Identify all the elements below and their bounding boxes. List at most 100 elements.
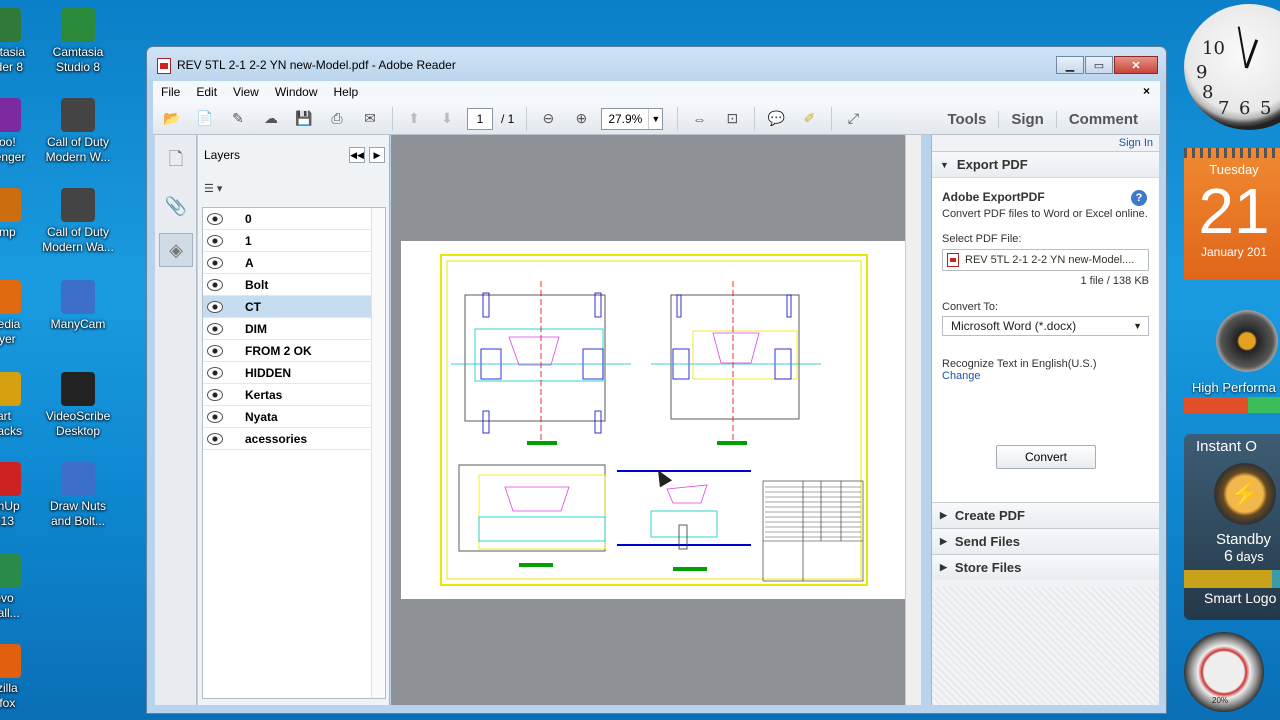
perf-label: High Performa: [1192, 380, 1276, 395]
menu-file[interactable]: File: [153, 85, 188, 99]
options-menu-icon[interactable]: ☰ ▾: [204, 182, 222, 195]
expand-panel-icon[interactable]: ▶: [369, 147, 385, 163]
print-icon[interactable]: ⎙: [324, 107, 350, 131]
export-pdf-body: Adobe ExportPDF ? Convert PDF files to W…: [932, 177, 1159, 502]
page-thumbnails-icon[interactable]: 🗋: [159, 145, 193, 179]
full-screen-icon[interactable]: ⤢: [840, 107, 866, 131]
attachments-icon[interactable]: 📎: [159, 189, 193, 223]
desktop-icon[interactable]: Call of Duty Modern Wa...: [38, 188, 118, 255]
eye-icon[interactable]: [207, 366, 223, 379]
open-icon[interactable]: 📂: [159, 107, 185, 131]
help-icon[interactable]: ?: [1131, 190, 1147, 206]
layers-title: Layers: [204, 148, 241, 162]
lightning-icon[interactable]: ⚡: [1214, 463, 1276, 525]
eye-icon[interactable]: [207, 278, 223, 291]
comment-button[interactable]: Comment: [1055, 110, 1150, 128]
tools-button[interactable]: Tools: [935, 111, 998, 128]
eye-icon[interactable]: [207, 322, 223, 335]
collapse-panel-icon[interactable]: ◀◀: [349, 147, 365, 163]
sign-in-link[interactable]: Sign In: [932, 135, 1159, 151]
change-language-link[interactable]: Change: [942, 370, 1149, 382]
layer-list-scrollbar[interactable]: [371, 208, 385, 698]
desktop-icon[interactable]: VideoScribe Desktop: [38, 372, 118, 439]
eye-icon[interactable]: [207, 300, 223, 313]
layer-row[interactable]: A: [203, 252, 385, 274]
page-number-input[interactable]: 1: [467, 107, 493, 130]
close-document-button[interactable]: ×: [1143, 84, 1150, 98]
document-scrollbar[interactable]: [905, 135, 921, 705]
menu-help[interactable]: Help: [326, 85, 367, 99]
clock-number: 5: [1260, 98, 1272, 119]
layer-name: A: [245, 255, 254, 270]
menu-view[interactable]: View: [225, 85, 267, 99]
sticky-note-icon[interactable]: 💬: [763, 107, 789, 131]
layers-icon[interactable]: ◈: [159, 233, 193, 267]
layer-row[interactable]: HIDDEN: [203, 362, 385, 384]
zoom-in-icon[interactable]: ⊕: [568, 107, 594, 131]
desktop-icon[interactable]: evo stall...: [0, 554, 44, 621]
layer-row[interactable]: 0: [203, 208, 385, 230]
previous-page-icon[interactable]: ⬆: [401, 107, 427, 131]
edit-icon[interactable]: ✎: [225, 107, 251, 131]
save-icon[interactable]: 💾: [291, 107, 317, 131]
eye-icon[interactable]: [207, 410, 223, 423]
upload-icon[interactable]: ☁: [258, 107, 284, 131]
next-page-icon[interactable]: ⬇: [434, 107, 460, 131]
window-title: REV 5TL 2-1 2-2 YN new-Model.pdf - Adobe…: [177, 58, 456, 72]
performance-gadget: High Performa: [1184, 300, 1280, 420]
email-icon[interactable]: ✉: [357, 107, 383, 131]
app-icon: [61, 280, 95, 314]
layer-row[interactable]: Kertas: [203, 384, 385, 406]
maximize-button[interactable]: ▭: [1085, 56, 1113, 74]
fit-width-icon[interactable]: ⇔: [686, 107, 712, 131]
smart-logo-label: Smart Logo: [1204, 590, 1277, 606]
zoom-out-icon[interactable]: ⊖: [535, 107, 561, 131]
create-pdf-section[interactable]: ▶ Create PDF: [932, 502, 1159, 528]
export-pdf-section[interactable]: ▼ Export PDF: [932, 151, 1159, 177]
layer-row[interactable]: 1: [203, 230, 385, 252]
zoom-select[interactable]: 27.9% ▼: [601, 107, 664, 130]
close-button[interactable]: ✕: [1114, 56, 1158, 74]
layer-name: 1: [245, 233, 252, 248]
eye-icon[interactable]: [207, 432, 223, 445]
sign-button[interactable]: Sign: [998, 110, 1056, 128]
eye-icon[interactable]: [207, 256, 223, 269]
title-bar[interactable]: REV 5TL 2-1 2-2 YN new-Model.pdf - Adobe…: [147, 47, 1166, 81]
menu-edit[interactable]: Edit: [188, 85, 225, 99]
layer-row[interactable]: acessories: [203, 428, 385, 450]
layer-row[interactable]: DIM: [203, 318, 385, 340]
create-pdf-icon[interactable]: 📄: [192, 107, 218, 131]
store-files-section[interactable]: ▶ Store Files: [932, 554, 1159, 580]
eye-icon[interactable]: [207, 212, 223, 225]
fit-page-icon[interactable]: ⊡: [719, 107, 745, 131]
convert-to-select[interactable]: Microsoft Word (*.docx) ▼: [942, 316, 1149, 336]
layer-row[interactable]: FROM 2 OK: [203, 340, 385, 362]
send-files-section[interactable]: ▶ Send Files: [932, 528, 1159, 554]
app-icon: [0, 280, 21, 314]
chevron-down-icon[interactable]: ▼: [648, 108, 662, 129]
app-icon: [0, 8, 21, 42]
layer-row[interactable]: Nyata: [203, 406, 385, 428]
layer-row[interactable]: CT: [203, 296, 385, 318]
eye-icon[interactable]: [207, 388, 223, 401]
cad-drawing: [440, 254, 868, 586]
perf-bar[interactable]: [1184, 397, 1280, 413]
desktop-icon[interactable]: Draw Nuts and Bolt...: [38, 462, 118, 529]
highlight-icon[interactable]: ✐: [796, 107, 822, 131]
layer-name: Bolt: [245, 277, 269, 292]
menu-window[interactable]: Window: [267, 85, 326, 99]
minimize-button[interactable]: ▁: [1056, 56, 1084, 74]
eye-icon[interactable]: [207, 344, 223, 357]
convert-button[interactable]: Convert: [996, 445, 1096, 469]
desktop-icon[interactable]: Camtasia Studio 8: [38, 8, 118, 75]
layer-row[interactable]: Bolt: [203, 274, 385, 296]
document-area[interactable]: [391, 135, 921, 705]
desktop-icon[interactable]: Call of Duty Modern W...: [38, 98, 118, 165]
desktop-icon[interactable]: ManyCam: [38, 280, 118, 332]
desktop-icon[interactable]: ozilla efox: [0, 644, 44, 711]
clock-gadget: 10 9 8 7 6 5: [1184, 4, 1280, 130]
app-icon: [61, 462, 95, 496]
selected-file-field[interactable]: REV 5TL 2-1 2-2 YN new-Model....: [942, 249, 1149, 271]
layers-panel: Layers ◀◀ ▶ ☰ ▾ 0 1 A Bolt CT DIM FROM 2 OK HID…: [198, 135, 390, 705]
eye-icon[interactable]: [207, 234, 223, 247]
